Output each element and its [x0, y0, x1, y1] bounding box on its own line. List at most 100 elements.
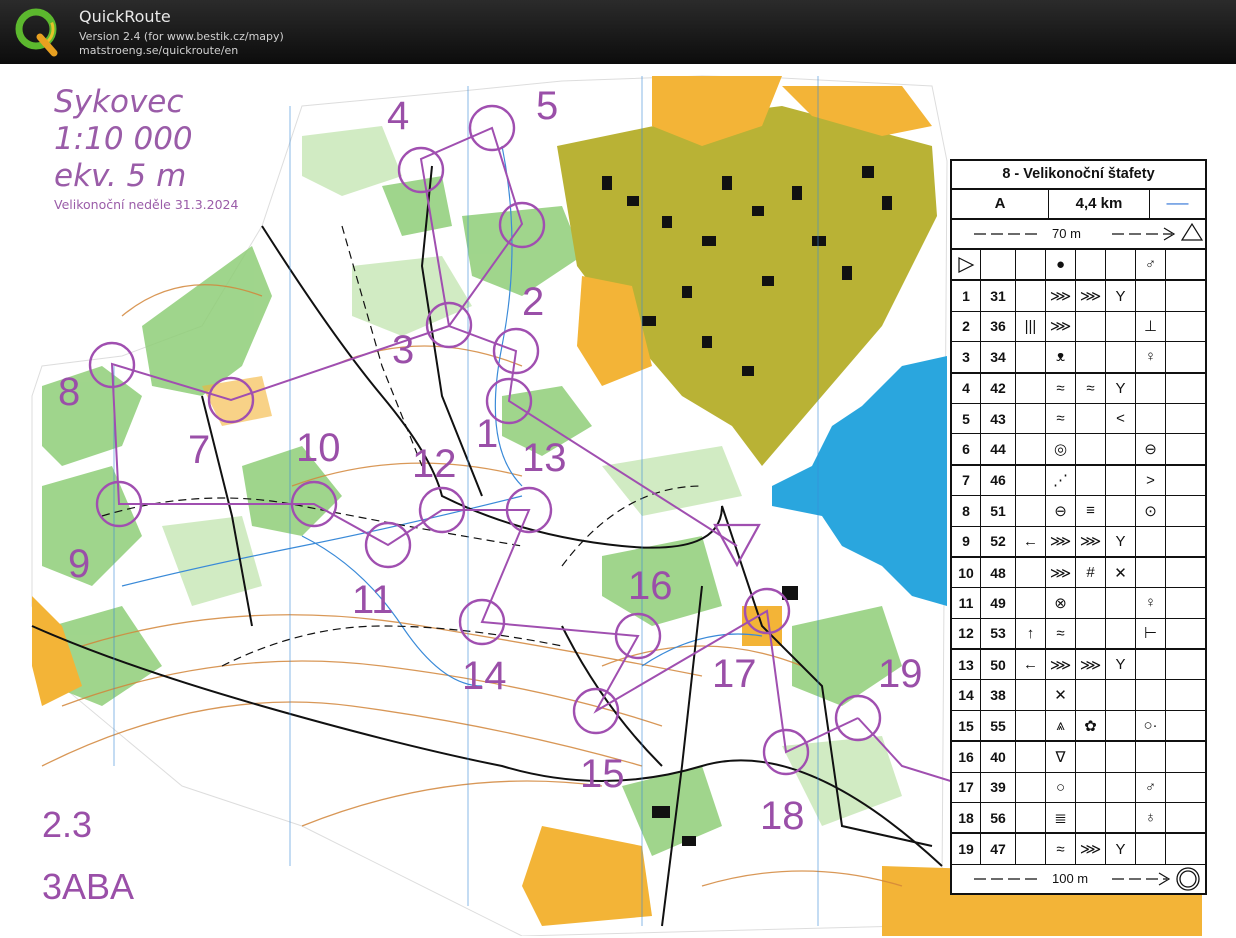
feature-symbol: ⋙: [1046, 311, 1076, 342]
description-start-row: ● ♂: [952, 250, 1205, 282]
feature-detail-symbol: [1076, 588, 1106, 618]
location-symbol: ⊢: [1136, 618, 1166, 649]
control-sequence: 18: [952, 803, 981, 833]
location-symbol: [1136, 834, 1166, 864]
start-feature-symbol: ●: [1046, 250, 1076, 280]
control-code: 39: [981, 772, 1016, 803]
control-code: 34: [981, 342, 1016, 372]
location-symbol: [1136, 526, 1166, 556]
feature-detail-symbol: [1076, 772, 1106, 803]
description-row: 19 47 ≈ ⋙ Y: [952, 834, 1205, 865]
control-info-cell: [1166, 711, 1205, 740]
map-header: Sykovec 1:10 000 ekv. 5 m Velikonoční ne…: [54, 84, 238, 212]
feature-detail-symbol: #: [1076, 557, 1106, 588]
feature-symbol: ⋙: [1046, 650, 1076, 680]
control-info-cell: [1166, 588, 1205, 617]
control-info-cell: [1166, 342, 1205, 371]
description-row: 3 34 ᴥ ♀: [952, 342, 1205, 374]
location-symbol: ⊥: [1136, 311, 1166, 342]
control-label-7: 7: [188, 428, 211, 472]
direction-symbol: ←: [1016, 526, 1046, 556]
control-label-2: 2: [522, 280, 545, 324]
feature-symbol: ⩓: [1046, 710, 1076, 741]
description-row: 15 55 ⩓ ✿ ○·: [952, 710, 1205, 743]
feature-symbol: ○: [1046, 772, 1076, 803]
start-triangle-icon: [952, 250, 981, 280]
finish-distance-row: 100 m: [952, 865, 1205, 893]
control-info-cell: [1166, 496, 1205, 525]
description-row: 2 36 ||| ⋙ ⊥: [952, 311, 1205, 343]
feature-detail-symbol: [1076, 311, 1106, 342]
control-label-4: 4: [387, 94, 410, 138]
control-sequence: 19: [952, 834, 981, 864]
appearance-symbol: [1106, 465, 1136, 496]
control-info-cell: [1166, 281, 1205, 310]
control-code: 49: [981, 588, 1016, 618]
description-row: 7 46 ⋰ >: [952, 465, 1205, 497]
control-label-18: 18: [760, 794, 805, 838]
feature-detail-symbol: [1076, 403, 1106, 434]
control-label-11: 11: [352, 578, 394, 622]
feature-detail-symbol: [1076, 465, 1106, 496]
description-row: 14 38 ✕: [952, 680, 1205, 711]
control-label-13: 13: [522, 436, 567, 480]
control-sequence: 9: [952, 526, 981, 556]
appearance-symbol: [1106, 434, 1136, 464]
appearance-symbol: Y: [1106, 526, 1136, 556]
control-info-cell: [1166, 680, 1205, 709]
feature-detail-symbol: ≡: [1076, 496, 1106, 526]
direction-symbol: [1016, 742, 1046, 772]
direction-symbol: [1016, 557, 1046, 588]
control-sequence: 15: [952, 710, 981, 741]
control-sequence: 7: [952, 465, 981, 496]
control-info-cell: [1166, 773, 1205, 802]
control-code: 43: [981, 403, 1016, 434]
feature-detail-symbol: [1076, 342, 1106, 372]
location-symbol: [1136, 680, 1166, 710]
control-label-16: 16: [628, 564, 673, 608]
feature-symbol: ⊗: [1046, 588, 1076, 618]
description-row: 16 40 ∇: [952, 742, 1205, 773]
finish-distance: 100 m: [1052, 870, 1089, 886]
control-info-cell: [1166, 434, 1205, 463]
location-symbol: [1136, 650, 1166, 680]
control-label-19: 19: [878, 652, 923, 696]
description-row: 10 48 ⋙ # ✕: [952, 557, 1205, 589]
description-row: 9 52 ← ⋙ ⋙ Y: [952, 526, 1205, 558]
control-sequence: 3: [952, 342, 981, 372]
direction-symbol: [1016, 588, 1046, 618]
control-label-15: 15: [580, 752, 625, 796]
start-distance: 70 m: [1052, 226, 1081, 241]
orienteering-map[interactable]: Sykovec 1:10 000 ekv. 5 m Velikonoční ne…: [2, 66, 1234, 936]
appearance-symbol: [1106, 803, 1136, 833]
control-description-sheet: 8 - Velikonoční štafety A 4,4 km —— 70 m…: [950, 159, 1207, 895]
feature-symbol: ≈: [1046, 834, 1076, 864]
control-sequence: 17: [952, 772, 981, 803]
description-row: 6 44 ◎ ⊖: [952, 434, 1205, 466]
control-code: 44: [981, 434, 1016, 464]
control-label-9: 9: [68, 542, 91, 586]
feature-detail-symbol: ≈: [1076, 373, 1106, 403]
control-sequence: 5: [952, 403, 981, 434]
control-info-cell: [1166, 558, 1205, 587]
control-info-cell: [1166, 650, 1205, 679]
direction-symbol: ↑: [1016, 618, 1046, 649]
location-symbol: [1136, 557, 1166, 588]
app-url[interactable]: matstroeng.se/quickroute/en: [79, 44, 238, 57]
feature-symbol: ⋙: [1046, 281, 1076, 311]
control-code: 48: [981, 557, 1016, 588]
feature-symbol: ⋰: [1046, 465, 1076, 496]
appearance-symbol: Y: [1106, 834, 1136, 864]
control-code: 55: [981, 710, 1016, 741]
feature-symbol: ◎: [1046, 434, 1076, 464]
control-info-cell: [1166, 404, 1205, 433]
appearance-symbol: [1106, 496, 1136, 526]
appearance-symbol: <: [1106, 403, 1136, 434]
appearance-symbol: Y: [1106, 373, 1136, 403]
control-info-cell: [1166, 742, 1205, 771]
description-row: 1 31 ⋙ ⋙ Y: [952, 281, 1205, 312]
app-title: QuickRoute: [79, 7, 171, 26]
location-symbol: ♁: [1136, 803, 1166, 833]
feature-symbol: ⋙: [1046, 526, 1076, 556]
feature-detail-symbol: [1076, 618, 1106, 649]
